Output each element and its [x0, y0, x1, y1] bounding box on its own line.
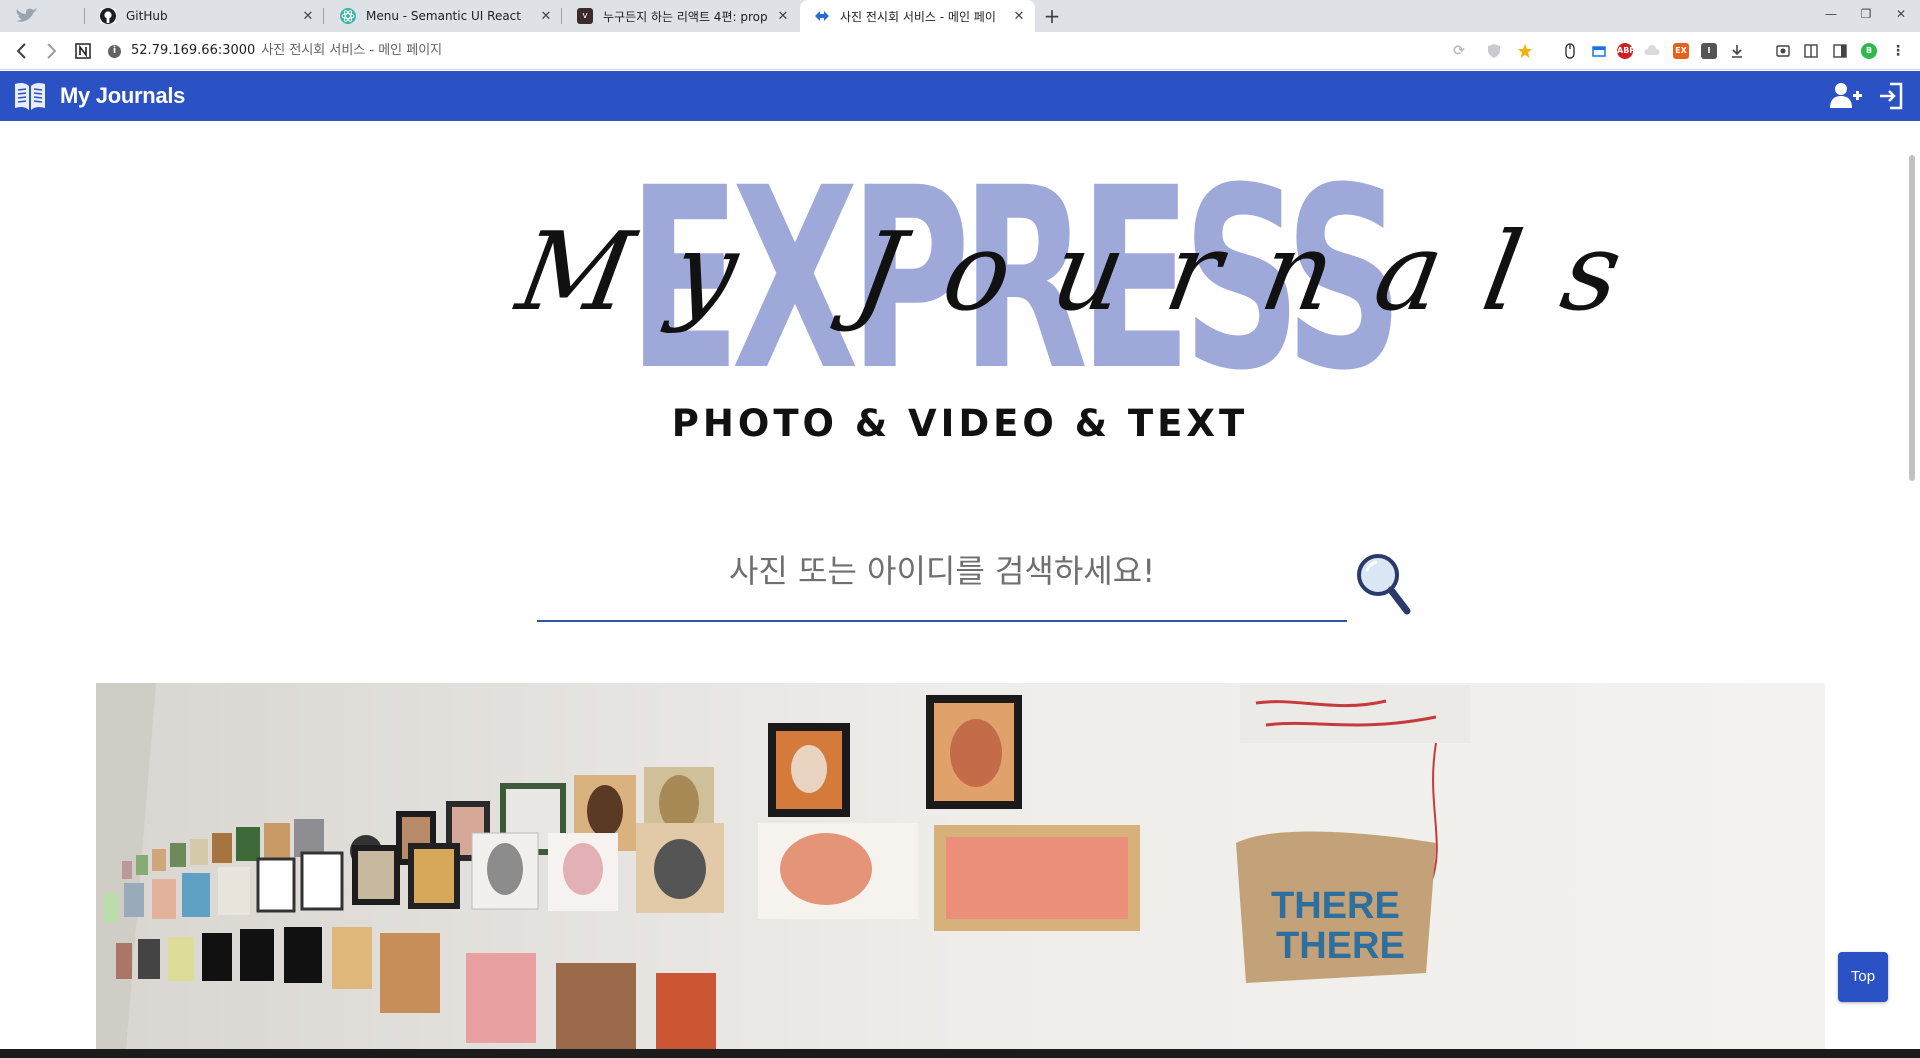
close-tab-icon[interactable]: ✕ — [298, 9, 318, 24]
app-header: My Journals — [0, 71, 1920, 121]
bookmark-star-icon[interactable] — [1517, 43, 1533, 59]
side-panel-icon[interactable] — [1832, 43, 1848, 59]
ex-ext-icon[interactable]: EX — [1673, 43, 1689, 59]
adblock-icon[interactable]: ABP — [1617, 43, 1635, 59]
tab-semantic-ui[interactable]: Menu - Semantic UI React ✕ — [326, 0, 562, 32]
back-icon[interactable] — [10, 39, 34, 63]
app-icon — [814, 8, 830, 24]
reader-ext-icon[interactable]: I — [1701, 43, 1717, 59]
book-logo-icon[interactable] — [12, 78, 48, 114]
tab-title: 누구든지 하는 리액트 4편: prop — [603, 9, 768, 24]
profile-avatar[interactable]: B — [1861, 43, 1877, 59]
screenshot-ext-icon[interactable] — [1775, 43, 1791, 59]
os-taskbar — [0, 1049, 1920, 1058]
new-tab-button[interactable]: + — [1041, 4, 1063, 28]
shield-ext-icon[interactable] — [1486, 43, 1502, 59]
minimize-icon[interactable]: — — [1816, 0, 1846, 30]
search-bar — [537, 540, 1347, 624]
reload-ext-icon[interactable]: ⟳ — [1451, 43, 1467, 59]
add-user-icon[interactable] — [1829, 81, 1862, 111]
github-icon — [100, 8, 116, 24]
restore-icon[interactable]: ❐ — [1851, 0, 1881, 30]
react-icon — [340, 8, 356, 24]
cloud-ext-icon[interactable] — [1644, 43, 1660, 59]
tab-twitter[interactable] — [0, 0, 85, 32]
hero-script-title: My Journals — [508, 210, 1675, 335]
hero-tagline: PHOTO & VIDEO & TEXT — [671, 402, 1249, 445]
exhibition-photo: THERE THERE — [96, 683, 1825, 1049]
download-icon[interactable] — [1729, 43, 1745, 59]
scroll-to-top-button[interactable]: Top — [1838, 952, 1888, 1002]
tab-title: 사진 전시회 서비스 - 메인 페이 — [840, 9, 996, 24]
close-window-icon[interactable]: ✕ — [1886, 0, 1916, 30]
search-input[interactable] — [537, 540, 1347, 622]
address-bar[interactable]: i 52.79.169.66:3000 사진 전시회 서비스 - 메인 페이지 — [108, 38, 1468, 64]
brand-title[interactable]: My Journals — [60, 83, 185, 109]
reading-mode-icon[interactable] — [1803, 43, 1819, 59]
close-tab-icon[interactable]: ✕ — [1009, 9, 1029, 24]
forward-icon[interactable] — [39, 39, 63, 63]
velopert-icon: v — [577, 8, 593, 24]
close-tab-icon[interactable]: ✕ — [536, 9, 556, 24]
svg-text:THERE: THERE — [1276, 925, 1405, 967]
close-tab-icon[interactable]: ✕ — [773, 9, 793, 24]
site-info-icon[interactable]: i — [108, 44, 121, 58]
window-ext-icon[interactable] — [1591, 43, 1607, 59]
page-scrollbar[interactable] — [1905, 121, 1920, 1049]
tab-velopert[interactable]: v 누구든지 하는 리액트 4편: prop ✕ — [563, 0, 799, 32]
twitter-icon — [16, 8, 38, 22]
hero-logo: EXPRESS My Journals PHOTO & VIDEO & TEXT — [509, 155, 1674, 460]
browser-tab-strip: GitHub ✕ Menu - Semantic UI React ✕ v 누구… — [0, 0, 1920, 32]
notion-icon[interactable] — [71, 39, 95, 63]
svg-text:THERE: THERE — [1271, 885, 1400, 927]
search-icon[interactable] — [1353, 551, 1413, 617]
address-url: 52.79.169.66:3000 — [131, 43, 256, 58]
tab-title: Menu - Semantic UI React — [366, 9, 521, 23]
tab-title: GitHub — [126, 9, 168, 23]
scrollbar-thumb[interactable] — [1909, 155, 1915, 481]
tab-github[interactable]: GitHub ✕ — [86, 0, 324, 32]
more-menu-icon[interactable]: ⋮ — [1890, 43, 1906, 59]
address-page-title: 사진 전시회 서비스 - 메인 페이지 — [261, 43, 443, 58]
mouse-ext-icon[interactable] — [1562, 43, 1578, 59]
tab-active-exhibition[interactable]: 사진 전시회 서비스 - 메인 페이 ✕ — [800, 0, 1035, 32]
login-icon[interactable] — [1878, 81, 1904, 111]
